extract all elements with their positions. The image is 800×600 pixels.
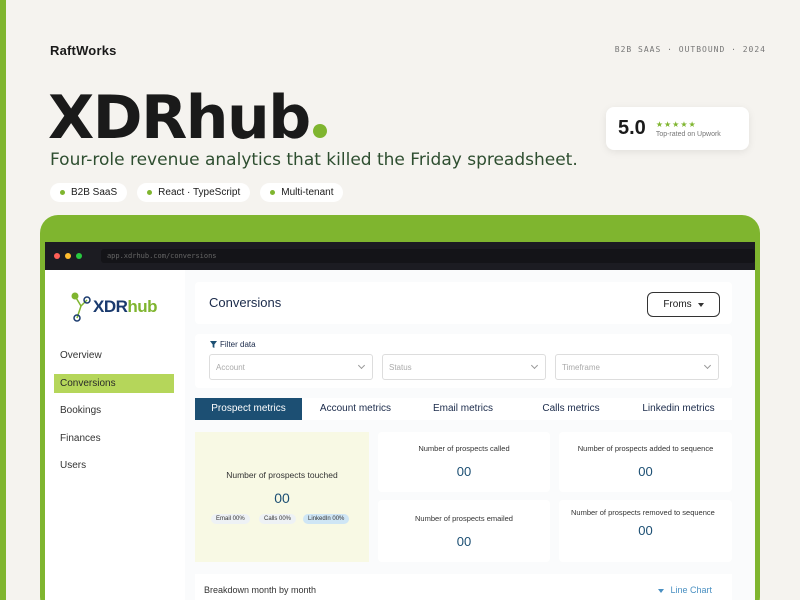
status-select[interactable]: Status (382, 354, 546, 380)
chip: B2B SaaS (50, 183, 128, 202)
metric-card-touched: Number of prospects touched 00 Email 00%… (195, 432, 369, 562)
chip-label: Multi-tenant (281, 187, 334, 198)
calls-share-badge: Calls 00% (259, 514, 297, 524)
main-content: Conversions Froms Filter data Account St… (195, 270, 733, 600)
tab-account-metrics[interactable]: Account metrics (302, 398, 409, 420)
select-placeholder: Status (389, 362, 412, 372)
address-bar[interactable]: app.xdrhub.com/conversions (100, 249, 755, 263)
chevron-down-icon (703, 361, 712, 370)
email-share-badge: Email 00% (211, 514, 250, 524)
filter-icon (210, 341, 217, 349)
filter-label: Filter data (210, 340, 256, 349)
accent-bar (0, 0, 6, 600)
sidebar-item-finances[interactable]: Finances (54, 429, 174, 448)
metric-value: 00 (638, 523, 653, 538)
tab-prospect-metrics[interactable]: Prospect metrics (195, 398, 302, 420)
star-icons: ★★★★★ (655, 119, 697, 129)
chart-type-label: Line Chart (670, 585, 712, 595)
metric-label: Number of prospects removed to sequence (571, 508, 715, 517)
sidebar: XDRhub Overview Conversions Bookings Fin… (45, 270, 185, 600)
filter-label-text: Filter data (220, 340, 256, 349)
metric-label: Number of prospects touched (226, 470, 338, 480)
breakdown-label: Breakdown month by month (204, 585, 317, 595)
dot-icon (60, 190, 65, 195)
metric-value: 00 (456, 534, 472, 549)
metric-value: 00 (638, 464, 653, 479)
chevron-down-icon (530, 361, 539, 370)
rating-card: 5.0 ★★★★★ Top-rated on Upwork (606, 107, 749, 150)
molecule-icon (71, 292, 91, 322)
metric-label: Number of prospects emailed (415, 514, 513, 523)
filter-panel: Filter data Account Status Timeframe (195, 334, 732, 388)
sidebar-item-conversions[interactable]: Conversions (54, 373, 174, 393)
metric-label: Number of prospects called (418, 444, 510, 453)
hero-title: XDRhub (48, 82, 327, 154)
metric-card-removed: Number of prospects removed to sequence … (559, 500, 732, 562)
linkedin-share-badge: LinkedIn 00% (303, 514, 350, 524)
tab-email-metrics[interactable]: Email metrics (409, 398, 517, 420)
app-window: app.xdrhub.com/conversions XDRhub Overvi… (45, 242, 755, 600)
sidebar-item-bookings[interactable]: Bookings (54, 401, 174, 420)
app-logo: XDRhub (69, 290, 158, 324)
sidebar-item-users[interactable]: Users (54, 456, 174, 475)
chevron-down-icon (357, 361, 366, 370)
hero-dot-icon (312, 124, 327, 138)
account-select[interactable]: Account (209, 354, 373, 380)
breakdown-panel: Breakdown month by month Line Chart (195, 574, 732, 600)
chip: Multi-tenant (260, 183, 344, 202)
caret-down-icon (697, 302, 704, 307)
metric-value: 00 (456, 464, 472, 479)
metric-tabs: Prospect metrics Account metrics Email m… (195, 398, 732, 420)
sidebar-nav: Overview Conversions Bookings Finances U… (54, 346, 174, 484)
chart-type-dropdown[interactable]: Line Chart (658, 585, 712, 595)
sidebar-item-overview[interactable]: Overview (54, 346, 174, 365)
dot-icon (147, 190, 153, 195)
caret-down-icon (658, 589, 665, 593)
timeframe-select[interactable]: Timeframe (555, 354, 719, 380)
rating-label: Top-rated on Upwork (655, 130, 721, 138)
rating-score: 5.0 (618, 117, 646, 139)
close-window-icon[interactable] (54, 253, 60, 259)
window-titlebar: app.xdrhub.com/conversions (45, 242, 755, 270)
logo-suffix: hub (127, 297, 158, 316)
froms-dropdown[interactable]: Froms (647, 292, 720, 317)
tab-calls-metrics[interactable]: Calls metrics (517, 398, 625, 420)
metric-card-called: Number of prospects called 00 (378, 432, 550, 492)
chip-label: React · TypeScript (158, 187, 241, 198)
chip: React · TypeScript (137, 183, 251, 202)
metric-card-emailed: Number of prospects emailed 00 (378, 500, 550, 562)
minimize-window-icon[interactable] (64, 253, 71, 259)
meta-tags: B2B SAAS · OUTBOUND · 2024 (614, 45, 766, 54)
metric-label: Number of prospects added to sequence (577, 444, 714, 453)
page-header: Conversions Froms (195, 282, 732, 324)
tagline: Four-role revenue analytics that killed … (50, 150, 578, 170)
brand-name: RaftWorks (50, 43, 117, 58)
logo-text: XDRhub (93, 297, 158, 317)
tech-chips: B2B SaaS React · TypeScript Multi-tenant (50, 183, 344, 202)
dot-icon (270, 190, 276, 195)
tab-linkedin-metrics[interactable]: Linkedin metrics (625, 398, 732, 420)
metric-value: 00 (274, 490, 290, 506)
select-placeholder: Timeframe (562, 362, 600, 372)
select-placeholder: Account (216, 362, 245, 372)
rating-details: ★★★★★ Top-rated on Upwork (656, 120, 721, 138)
chip-label: B2B SaaS (71, 187, 118, 198)
metric-card-added: Number of prospects added to sequence 00 (559, 432, 732, 492)
dropdown-label: Froms (663, 299, 692, 310)
maximize-window-icon[interactable] (75, 253, 82, 259)
hero-title-text: XDRhub (48, 83, 311, 153)
page-title: Conversions (209, 295, 282, 310)
logo-prefix: XDR (93, 297, 128, 316)
